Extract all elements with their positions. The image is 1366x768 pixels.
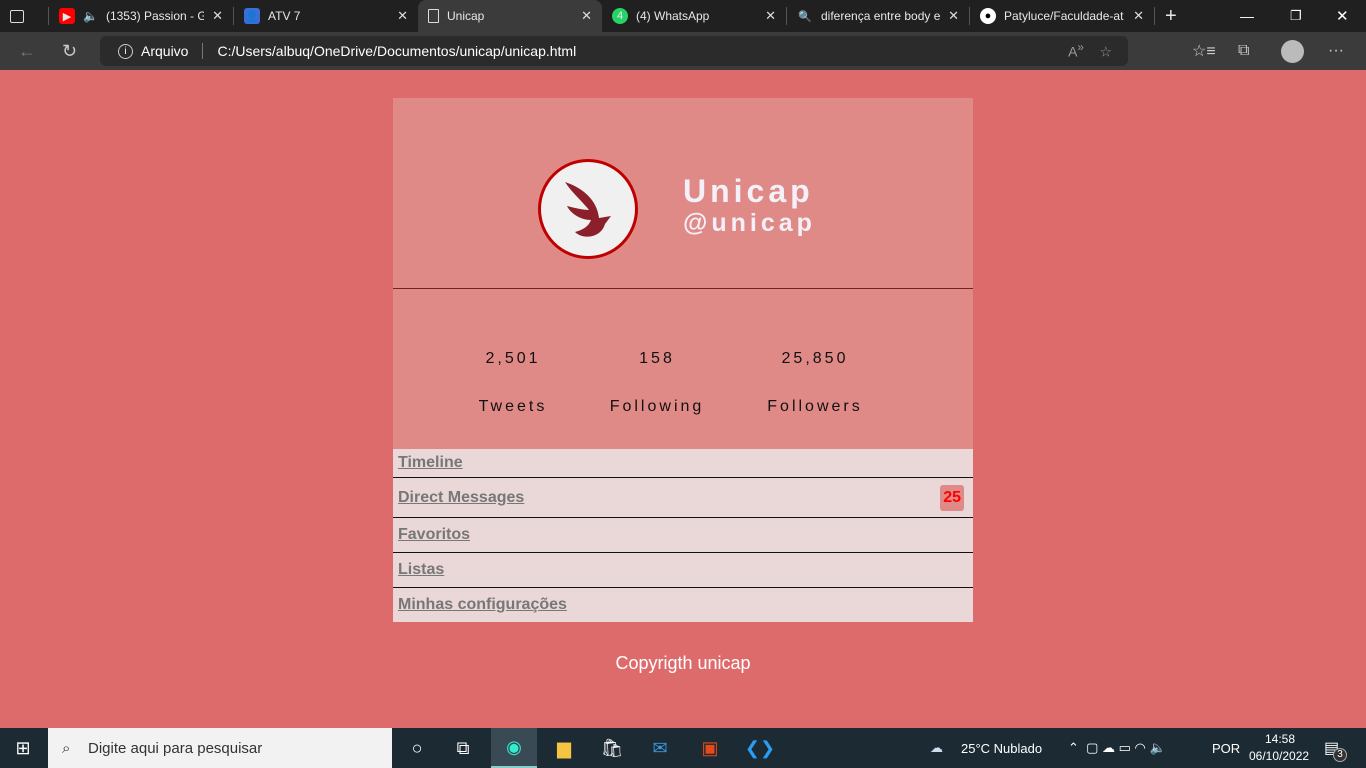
- menu-item-favoritos[interactable]: Favoritos: [393, 518, 973, 553]
- tab-bar: ▶ 🔈 (1353) Passion - G ✕ 👤 ATV 7 ✕ Unicap ✕ 4(…: [0, 0, 1366, 32]
- tab-actions-icon: [10, 9, 24, 23]
- close-window-button[interactable]: ✕: [1336, 7, 1349, 25]
- youtube-icon: ▶: [59, 8, 75, 24]
- messages-count-badge: 25: [940, 484, 964, 511]
- more-icon[interactable]: ···: [1328, 42, 1344, 60]
- menu-item-configuracoes[interactable]: Minhas configurações: [393, 588, 973, 622]
- whatsapp-icon: 4: [612, 8, 628, 24]
- address-bar[interactable]: i Arquivo C:/Users/albuq/OneDrive/Docume…: [100, 36, 1128, 66]
- store-icon[interactable]: 🛍: [589, 728, 635, 768]
- file-explorer-icon[interactable]: ▆: [541, 728, 587, 768]
- classroom-icon: 👤: [244, 8, 260, 24]
- start-button[interactable]: ⊞: [0, 728, 46, 768]
- speaker-icon: 🔈: [83, 9, 98, 23]
- profile-header: Unicap @unicap: [393, 98, 973, 289]
- tab-youtube[interactable]: ▶ 🔈 (1353) Passion - G ✕: [49, 0, 233, 32]
- language-indicator[interactable]: POR: [1212, 741, 1240, 756]
- stat-followers-value: 25,850: [781, 350, 849, 367]
- windows-icon: ⊞: [15, 737, 31, 758]
- office-icon[interactable]: ▣: [687, 728, 733, 768]
- collections-icon[interactable]: ⧉: [1238, 42, 1249, 60]
- profile-avatar[interactable]: [1281, 40, 1304, 63]
- refresh-button[interactable]: ↻: [62, 41, 77, 62]
- stat-tweets-label: Tweets: [478, 398, 548, 415]
- dove-icon: [565, 182, 611, 237]
- mail-icon[interactable]: ✉: [637, 728, 683, 768]
- profile-card: Unicap @unicap 2,501 Tweets 158 Followin…: [393, 98, 973, 623]
- weather-icon: ☁: [930, 740, 943, 755]
- back-button[interactable]: ←: [18, 41, 36, 62]
- vscode-icon[interactable]: ❮❯: [737, 728, 783, 768]
- close-tab-icon[interactable]: ✕: [212, 8, 223, 24]
- footer-copyright: Copyrigth unicap: [615, 653, 751, 673]
- tab-atv7[interactable]: 👤 ATV 7 ✕: [234, 0, 418, 32]
- profile-name: Unicap: [683, 173, 814, 209]
- tab-search[interactable]: 🔍 diferença entre body e ✕: [787, 0, 969, 32]
- url-text[interactable]: C:/Users/albuq/OneDrive/Documentos/unica…: [217, 43, 576, 59]
- clock-time[interactable]: 14:58: [1265, 732, 1295, 746]
- close-tab-icon[interactable]: ✕: [581, 8, 592, 24]
- tab-actions-button[interactable]: [0, 0, 48, 32]
- restore-button[interactable]: ❐: [1290, 8, 1302, 24]
- stats-section: 2,501 Tweets 158 Following 25,850 Follow…: [393, 289, 973, 449]
- task-view-button[interactable]: ⧉: [440, 728, 486, 768]
- file-icon: [428, 9, 439, 23]
- menu-item-listas[interactable]: Listas: [393, 553, 973, 588]
- unicap-logo: [538, 159, 638, 259]
- new-tab-button[interactable]: +: [1155, 0, 1191, 32]
- minimize-button[interactable]: —: [1240, 8, 1254, 24]
- nav-menu: Timeline Direct Messages 25 Favoritos Lis…: [393, 449, 973, 622]
- weather-text[interactable]: 25°C Nublado: [961, 741, 1042, 756]
- cortana-button[interactable]: ○: [394, 728, 440, 768]
- info-icon: i: [118, 43, 133, 59]
- stat-tweets-value: 2,501: [485, 350, 541, 367]
- github-icon: ●: [980, 8, 996, 24]
- close-tab-icon[interactable]: ✕: [397, 8, 408, 24]
- close-tab-icon[interactable]: ✕: [1133, 8, 1144, 24]
- address-bar-row: ← ↻ i Arquivo C:/Users/albuq/OneDrive/Do…: [0, 32, 1366, 70]
- close-tab-icon[interactable]: ✕: [765, 8, 776, 24]
- stat-following-value: 158: [639, 350, 675, 367]
- clock-date[interactable]: 06/10/2022: [1249, 749, 1309, 763]
- stat-followers-label: Followers: [767, 398, 863, 415]
- profile-handle: @unicap: [683, 209, 816, 237]
- edge-taskbar-icon[interactable]: ◉: [491, 728, 537, 768]
- menu-item-timeline[interactable]: Timeline: [393, 449, 973, 478]
- tab-unicap[interactable]: Unicap ✕: [418, 0, 602, 32]
- search-icon: 🔍: [798, 10, 812, 23]
- taskbar: ⊞ ⌕ Digite aqui para pesquisar ○ ⧉ ◉ ▆ 🛍 …: [0, 728, 1366, 768]
- stat-following-label: Following: [609, 398, 705, 415]
- menu-item-direct-messages[interactable]: Direct Messages 25: [393, 478, 973, 518]
- tab-whatsapp[interactable]: 4 (4) WhatsApp ✕: [602, 0, 786, 32]
- tab-github[interactable]: ● Patyluce/Faculdade-at ✕: [970, 0, 1154, 32]
- system-tray-icons[interactable]: ⌃ ▢ ☁ ▭ ◠ 🔈: [1068, 740, 1166, 756]
- close-tab-icon[interactable]: ✕: [948, 8, 959, 24]
- read-aloud-icon[interactable]: A» ☆: [1068, 41, 1112, 61]
- favorites-icon[interactable]: ☆≡: [1192, 41, 1216, 61]
- notification-count: 3: [1333, 748, 1347, 762]
- search-icon: ⌕: [62, 739, 71, 757]
- taskbar-search[interactable]: ⌕ Digite aqui para pesquisar: [48, 728, 392, 768]
